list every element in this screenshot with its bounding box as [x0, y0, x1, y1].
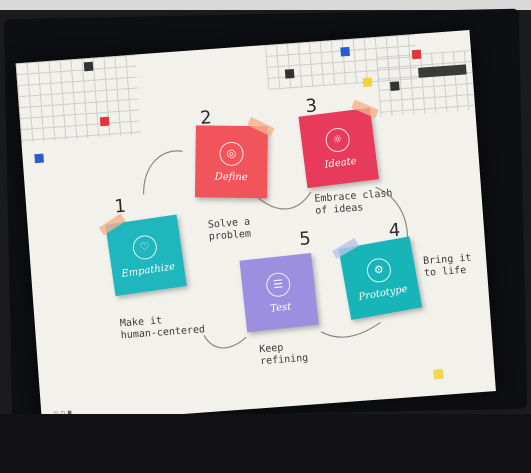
sticky-note-prototype: ⚙ Prototype — [332, 236, 423, 321]
target-icon: ◎ — [219, 141, 244, 166]
note-title: Define — [214, 171, 248, 183]
step-caption: Keep refining — [258, 342, 309, 368]
step-caption: Solve a problem — [207, 216, 252, 243]
hearts-icon: ♡ — [131, 233, 159, 261]
window-border — [0, 0, 531, 10]
checklist-icon: ☰ — [264, 270, 292, 298]
presentation-slide: 1 ♡ Empathize Make it human-centered 2 ◎… — [15, 30, 496, 425]
step-caption: Bring it to life — [422, 252, 472, 279]
sticky-note-define: ◎ Define — [194, 117, 275, 199]
note-title: Test — [269, 300, 292, 315]
cycle-arrows — [142, 150, 409, 349]
sticky-note-ideate: ☼ Ideate — [298, 99, 379, 189]
monitor-bezel: 1 ♡ Empathize Make it human-centered 2 ◎… — [3, 8, 528, 425]
wrench-icon: ⚙ — [364, 255, 393, 284]
note-title: Prototype — [357, 283, 409, 303]
sticky-note-test: ☰ Test — [239, 252, 319, 333]
sticky-note-empathize: ♡ Empathize — [98, 213, 187, 297]
note-title: Empathize — [120, 260, 176, 280]
lightbulb-icon: ☼ — [324, 126, 352, 153]
desk-foreground — [0, 414, 531, 473]
deco-square-yellow-bottom — [433, 368, 444, 380]
step-number: 5 — [298, 228, 312, 251]
note-title: Ideate — [323, 155, 358, 171]
